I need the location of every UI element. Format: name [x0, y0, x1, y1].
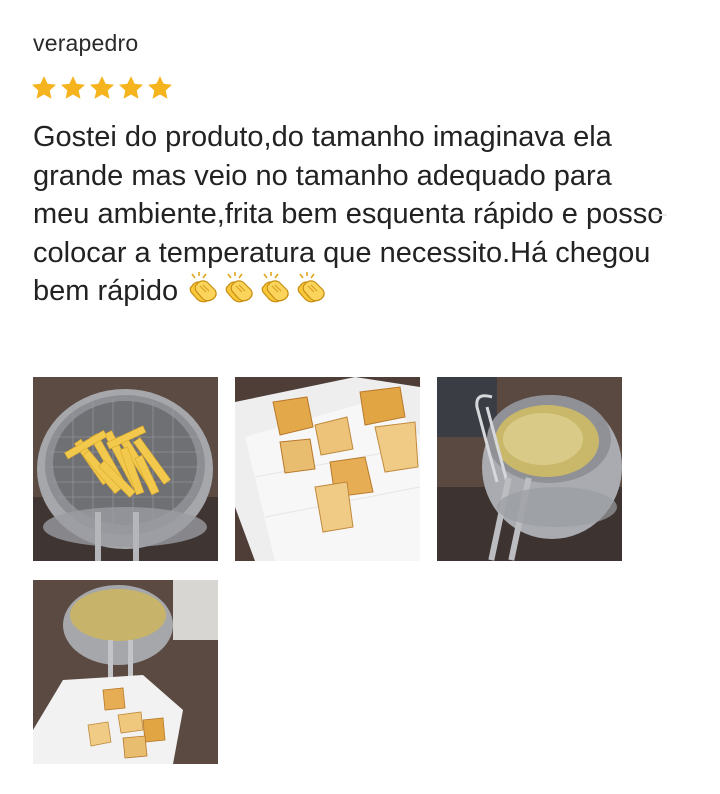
emoji-row	[186, 272, 328, 304]
star-icon	[118, 76, 144, 99]
review-text: Gostei do produto,do tamanho imaginava e…	[33, 121, 664, 307]
photo-fryer-and-pastries[interactable]	[33, 580, 218, 764]
photo-fried-pastries-on-paper[interactable]	[235, 377, 420, 561]
star-icon	[31, 76, 57, 99]
reviewer-username: verapedro	[33, 30, 139, 56]
review-card: verapedro Gostei do produto,do tamanho i…	[0, 0, 720, 794]
star-icon	[60, 76, 86, 99]
photo-image	[33, 377, 218, 561]
star-icon	[89, 76, 115, 99]
photo-image	[235, 377, 420, 561]
photo-image	[437, 377, 622, 561]
review-body: Gostei do produto,do tamanho imaginava e…	[33, 118, 673, 311]
clapping-hands-icon	[261, 272, 289, 303]
photo-image	[33, 580, 218, 764]
clapping-hands-icon	[189, 272, 217, 303]
photo-fryer-with-oil[interactable]	[437, 377, 622, 561]
rating-stars	[30, 74, 174, 102]
star-icon	[147, 76, 173, 99]
photo-fries-in-basket[interactable]	[33, 377, 218, 561]
clapping-hands-icon	[225, 272, 253, 303]
divider	[655, 214, 667, 216]
clapping-hands-icon	[297, 272, 325, 303]
